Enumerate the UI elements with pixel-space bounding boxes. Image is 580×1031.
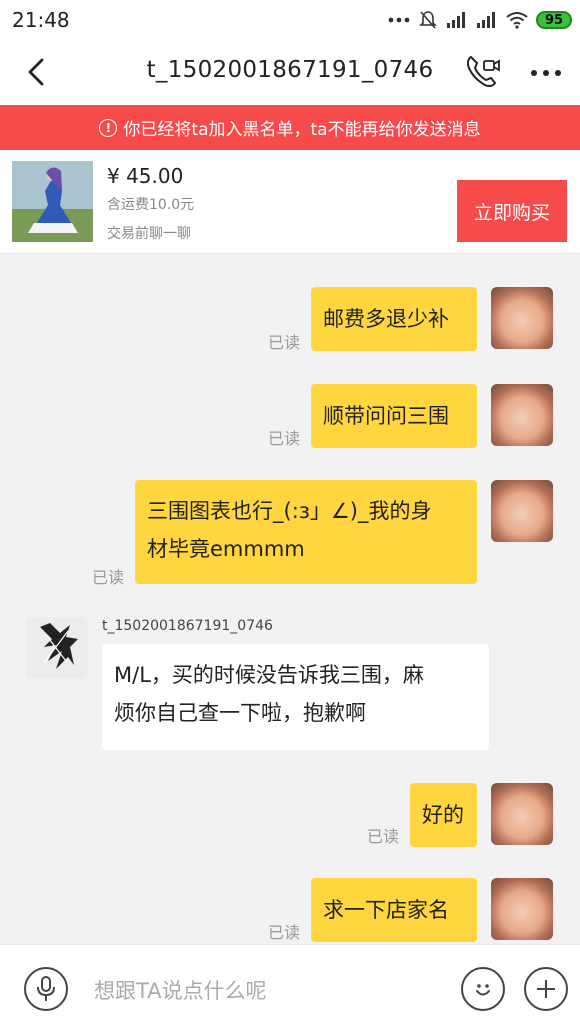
bell-muted-icon [419, 11, 437, 29]
message-bubble[interactable]: 好的 [410, 783, 477, 847]
avatar[interactable] [491, 384, 553, 446]
avatar[interactable] [26, 617, 88, 679]
message-text-line: M/L，买的时候没告诉我三围，麻 [114, 663, 424, 687]
status-time: 21:48 [12, 8, 70, 32]
voice-input-button[interactable] [24, 967, 68, 1011]
message-text: 求一下店家名 [323, 898, 449, 922]
wifi-icon [506, 12, 528, 29]
more-actions-button[interactable] [524, 967, 568, 1011]
avatar[interactable] [491, 878, 553, 940]
read-status: 已读 [268, 429, 301, 448]
message-text: 顺带问问三围 [323, 404, 449, 428]
buy-now-button[interactable]: 立即购买 [457, 180, 567, 242]
input-bar: 想跟TA说点什么呢 [0, 944, 580, 1031]
chat-hint: 交易前聊一聊 [107, 226, 191, 242]
blacklist-banner-text: 你已经将ta加入黑名单，ta不能再给你发送消息 [123, 120, 481, 140]
emoji-button[interactable] [461, 967, 505, 1011]
dots-icon [388, 17, 410, 23]
more-options-icon[interactable] [528, 58, 564, 88]
chat-header: t_1502001867191_0746 [0, 40, 580, 105]
message-input[interactable]: 想跟TA说点什么呢 [94, 975, 267, 1005]
message-text-line: 材毕竟emmmm [147, 537, 305, 561]
product-thumbnail[interactable] [12, 161, 93, 242]
battery-icon: 95 [536, 11, 572, 29]
status-bar: 21:48 95 [0, 0, 580, 40]
sender-name: t_1502001867191_0746 [102, 618, 273, 634]
message-text-line: 烦你自己查一下啦，抱歉啊 [114, 701, 366, 725]
video-call-icon[interactable] [463, 53, 501, 91]
message-bubble[interactable]: 顺带问问三围 [311, 384, 477, 448]
message-bubble[interactable]: 邮费多退少补 [311, 287, 477, 351]
message-text: 邮费多退少补 [323, 307, 449, 331]
status-icons: 95 [388, 8, 572, 32]
blacklist-banner: ! 你已经将ta加入黑名单，ta不能再给你发送消息 [0, 105, 580, 150]
shipping-fee: 含运费10.0元 [107, 197, 195, 213]
product-price: ¥ 45.00 [107, 164, 184, 188]
smiley-icon [476, 984, 490, 996]
plus-icon [537, 980, 555, 998]
read-status: 已读 [367, 827, 400, 846]
message-text: 好的 [422, 803, 464, 827]
microphone-icon [37, 976, 55, 1001]
warning-icon: ! [99, 118, 118, 137]
message-list[interactable]: 邮费多退少补 已读 顺带问问三围 已读 三围图表也行_(:з」∠)_我的身 材毕… [0, 254, 580, 944]
message-text-line: 三围图表也行_(:з」∠)_我的身 [147, 499, 432, 523]
avatar[interactable] [491, 287, 553, 349]
avatar[interactable] [491, 783, 553, 845]
product-card[interactable]: ¥ 45.00 含运费10.0元 交易前聊一聊 立即购买 [0, 150, 580, 254]
signal-icon [447, 12, 465, 28]
signal-icon [477, 12, 495, 28]
message-bubble[interactable]: 求一下店家名 [311, 878, 477, 942]
read-status: 已读 [268, 333, 301, 352]
read-status: 已读 [92, 568, 125, 587]
message-bubble[interactable]: M/L，买的时候没告诉我三围，麻 烦你自己查一下啦，抱歉啊 [102, 644, 489, 750]
avatar[interactable] [491, 480, 553, 542]
read-status: 已读 [268, 923, 301, 942]
message-bubble[interactable]: 三围图表也行_(:з」∠)_我的身 材毕竟emmmm [135, 480, 477, 584]
battery-level: 95 [544, 12, 564, 28]
